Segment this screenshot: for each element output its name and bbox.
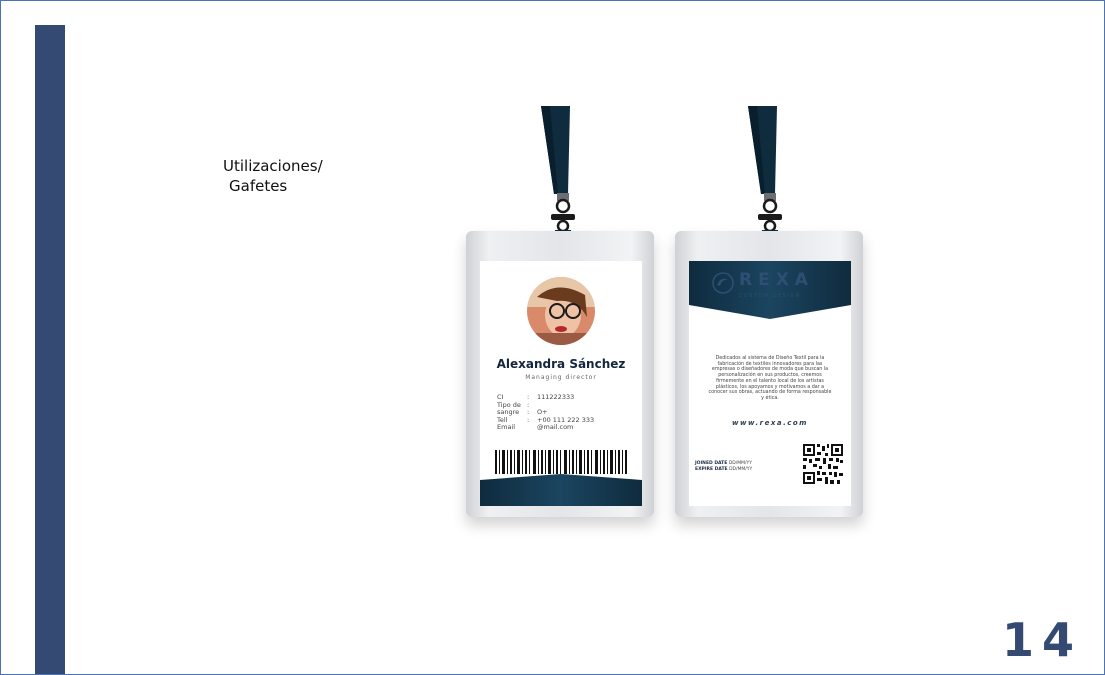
lanyard-front	[541, 106, 575, 246]
field-label: Email	[497, 423, 516, 432]
joined-date-value: DD/MM/YY	[728, 461, 753, 466]
field-separator	[527, 424, 537, 432]
brand-subtitle: CUSTOM DESIGN	[739, 293, 801, 299]
title-line-2: Gafetes	[229, 177, 288, 195]
expire-date-label: EXPIRE DATE	[695, 467, 728, 472]
field-separator: :	[527, 415, 530, 424]
employee-fields: CI:111222333 Tipo de: sangre: O+ Tell: +00…	[497, 393, 594, 432]
card-dates: JOINED DATE DD/MM/YY EXPIRE DATE DD/MM/Y…	[695, 461, 752, 473]
field-value: 111222333	[537, 393, 575, 401]
expire-date-row: EXPIRE DATE DD/MM/YY	[695, 467, 752, 473]
website-url: www.rexa.com	[732, 419, 808, 427]
id-card-front: Alexandra Sánchez Managing director CI:1…	[480, 261, 642, 506]
employee-role: Managing director	[525, 374, 597, 381]
id-card-back: REXA CUSTOM DESIGN Dedicados al sistema …	[689, 261, 851, 506]
badge-holder-front: Alexandra Sánchez Managing director CI:1…	[466, 231, 654, 517]
employee-photo	[527, 277, 595, 345]
expire-date-value: DD/MM/YY	[729, 467, 753, 472]
slide-title: Utilizaciones/ Gafetes	[223, 156, 323, 196]
field-row: Email @mail.com	[497, 424, 594, 432]
badge-holder-back: REXA CUSTOM DESIGN Dedicados al sistema …	[675, 231, 863, 517]
joined-date-label: JOINED DATE	[695, 461, 728, 466]
slide-page: Utilizaciones/ Gafetes Alexandra Sánchez…	[0, 0, 1105, 675]
card-footer-band	[480, 474, 642, 506]
qr-code	[803, 444, 843, 484]
brand-name: REXA	[739, 270, 814, 290]
employee-name: Alexandra Sánchez	[496, 357, 626, 371]
company-description: Dedicados al sistema de Diseño Textil pa…	[708, 356, 832, 401]
field-value: @mail.com	[537, 423, 574, 432]
barcode	[495, 450, 627, 474]
left-accent-bar	[35, 25, 65, 674]
page-number: 14	[1001, 613, 1082, 667]
lanyard-back	[748, 106, 782, 246]
title-line-1: Utilizaciones/	[223, 157, 323, 175]
swirl-logo-icon	[712, 272, 734, 294]
